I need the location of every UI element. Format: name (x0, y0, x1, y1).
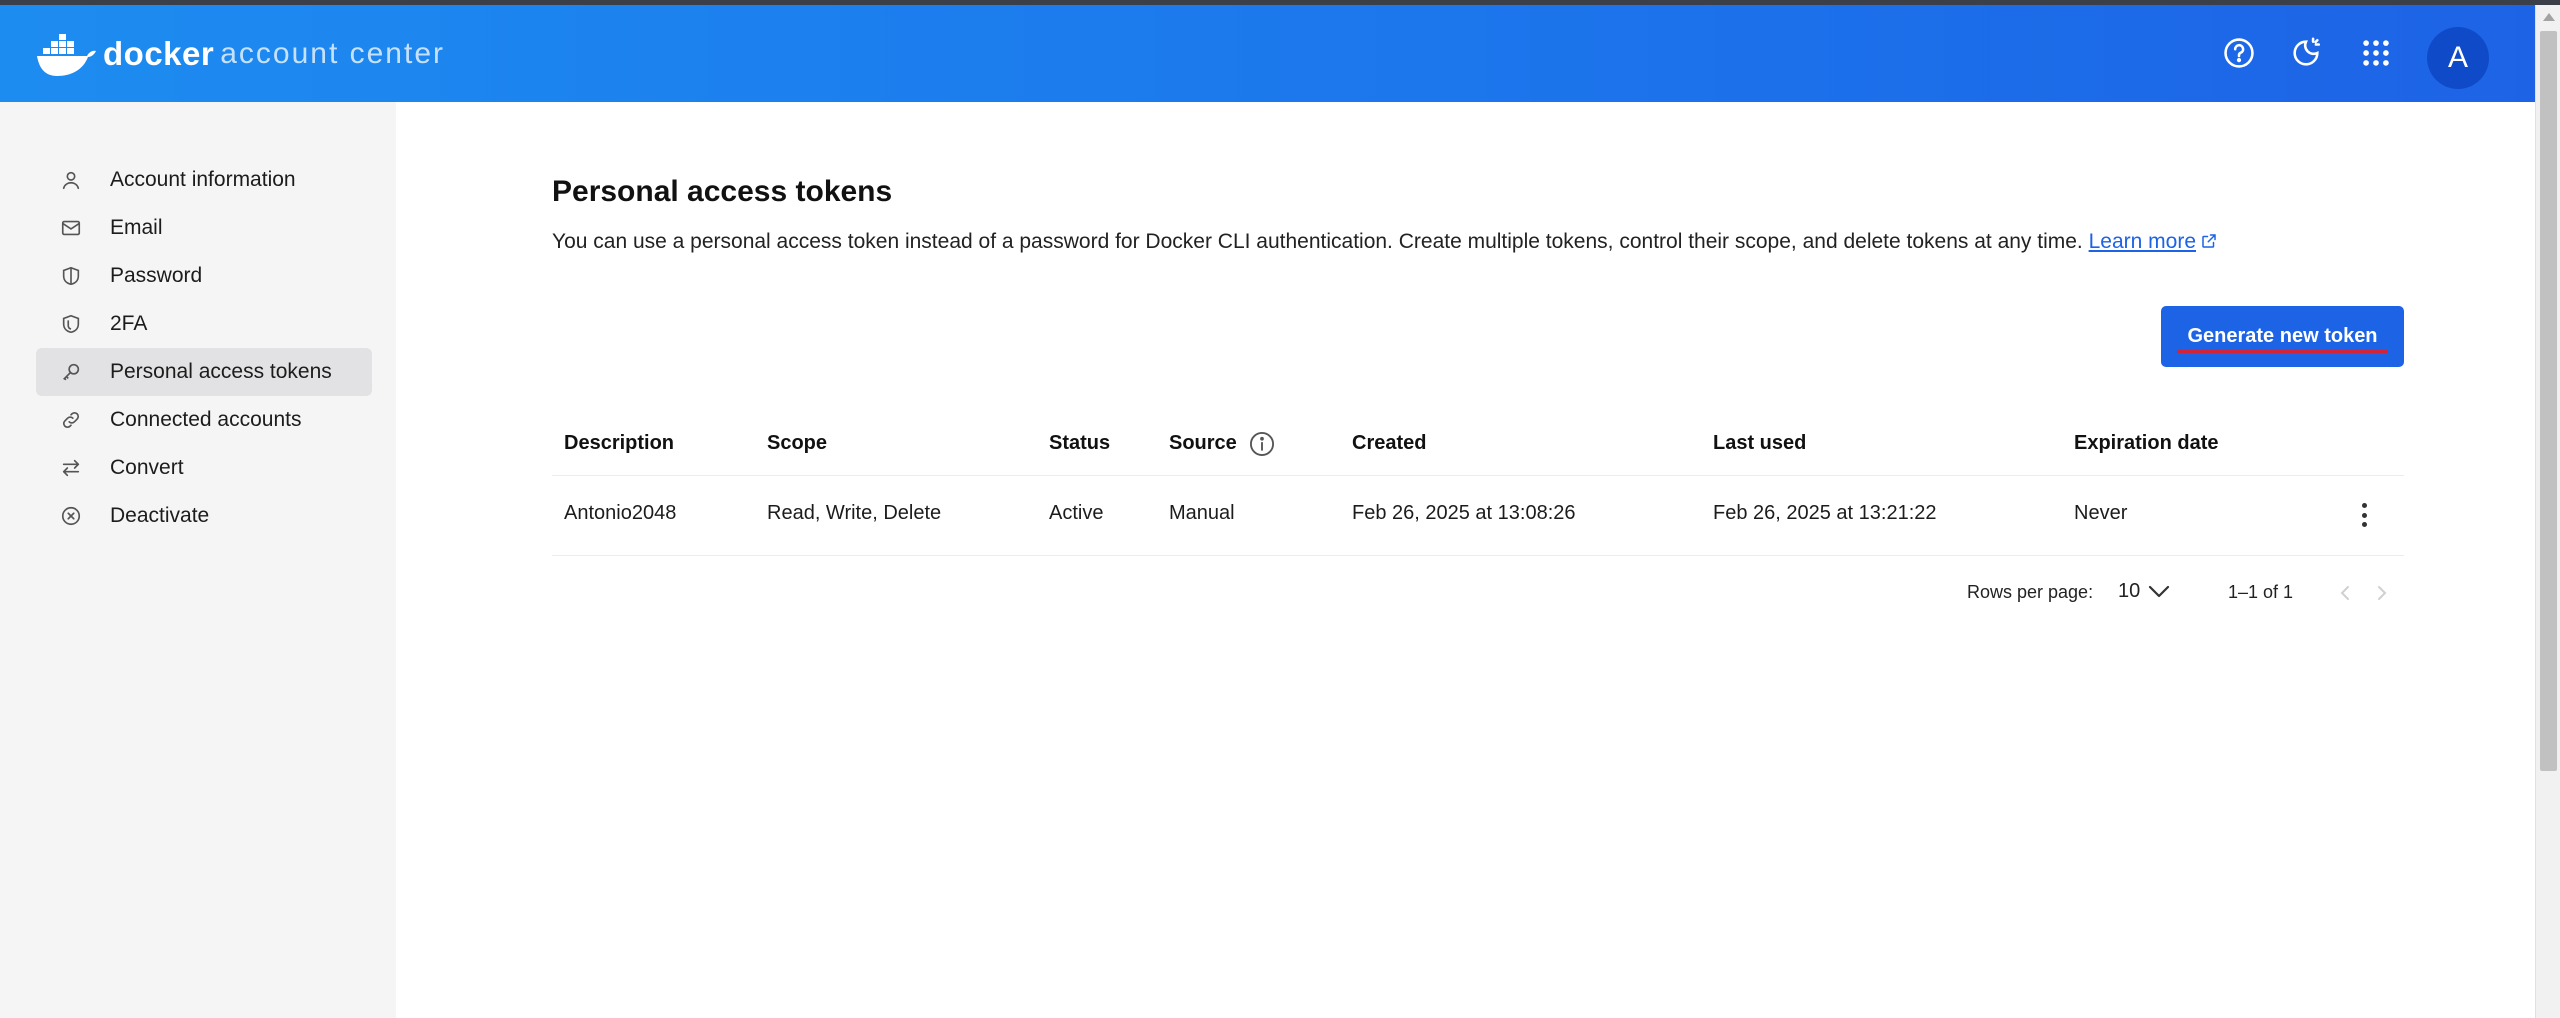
apps-grid-icon[interactable] (2356, 33, 2396, 73)
sidebar-item-password[interactable]: Password (36, 252, 372, 300)
rows-per-page-value: 10 (2118, 580, 2141, 602)
column-header-scope[interactable]: Scope (767, 432, 827, 455)
sidebar-item-label: Personal access tokens (110, 360, 332, 383)
sidebar-item-label: Deactivate (110, 504, 210, 527)
link-icon (60, 409, 82, 431)
generate-button-label: Generate new token (2187, 325, 2378, 347)
shield-icon (60, 265, 82, 287)
cell-created: Feb 26, 2025 at 13:08:26 (1352, 502, 1576, 524)
cell-source: Manual (1169, 502, 1235, 524)
cell-status: Active (1049, 502, 1104, 524)
chevron-left-icon (2340, 586, 2349, 600)
help-icon[interactable] (2219, 33, 2259, 73)
user-avatar[interactable]: A (2427, 27, 2489, 89)
info-icon[interactable] (1248, 430, 1276, 458)
logo-subtitle: account center (220, 37, 446, 70)
mail-icon (60, 217, 82, 239)
chevron-down-icon (2149, 585, 2170, 597)
page-scrollbar[interactable] (2535, 5, 2560, 1018)
sidebar-item-personal-access-tokens[interactable]: Personal access tokens (36, 348, 372, 396)
cell-last-used: Feb 26, 2025 at 13:21:22 (1713, 502, 1937, 524)
sidebar-item-label: 2FA (110, 312, 148, 335)
sidebar-item-label: Password (110, 264, 203, 287)
cell-expiration-date: Never (2074, 502, 2128, 524)
sidebar-item-account-information[interactable]: Account information (36, 156, 372, 204)
sidebar-item-email[interactable]: Email (36, 204, 372, 252)
key-icon (60, 361, 82, 383)
top-header: docker account center A (0, 5, 2535, 102)
column-header-status[interactable]: Status (1049, 432, 1110, 455)
page-title: Personal access tokens (552, 175, 893, 208)
page-description: You can use a personal access token inst… (552, 230, 2218, 254)
sidebar-item-connected-accounts[interactable]: Connected accounts (36, 396, 372, 444)
cell-description: Antonio2048 (564, 502, 677, 524)
rows-per-page-label: Rows per page: (1967, 582, 2094, 602)
generate-new-token-button[interactable]: Generate new token (2161, 306, 2404, 367)
next-page-button[interactable] (2374, 583, 2390, 603)
sidebar-item-label: Account information (110, 168, 296, 191)
sidebar-item-label: Email (110, 216, 163, 239)
external-link-icon (2202, 234, 2216, 248)
column-header-last-used[interactable]: Last used (1713, 432, 1806, 455)
previous-page-button[interactable] (2337, 583, 2353, 603)
sidebar-item-label: Connected accounts (110, 408, 302, 431)
user-icon (60, 169, 82, 191)
docker-logo[interactable]: docker account center (35, 29, 445, 79)
x-circle-icon (60, 505, 82, 527)
sidebar-item-deactivate[interactable]: Deactivate (36, 492, 372, 540)
sidebar-item-2fa[interactable]: 2FA (36, 300, 372, 348)
learn-more-link[interactable]: Learn more (2089, 230, 2218, 253)
header-divider (552, 475, 2404, 476)
logo-word: docker (103, 35, 215, 72)
scroll-up-arrow-icon[interactable] (2543, 13, 2555, 21)
column-header-description[interactable]: Description (564, 432, 674, 455)
column-header-expiration-date[interactable]: Expiration date (2074, 432, 2218, 455)
sidebar-item-label: Convert (110, 456, 184, 479)
pagination-range: 1–1 of 1 (2228, 582, 2294, 602)
column-header-source[interactable]: Source (1169, 432, 1237, 455)
swap-icon (60, 457, 82, 479)
sidebar-item-convert[interactable]: Convert (36, 444, 372, 492)
rows-per-page-select[interactable]: 10 (2118, 580, 2170, 603)
cell-scope: Read, Write, Delete (767, 502, 942, 524)
row-actions-menu-icon[interactable] (2352, 500, 2376, 530)
docker-whale-icon (37, 34, 96, 76)
column-header-created[interactable]: Created (1352, 432, 1426, 455)
learn-more-label: Learn more (2088, 230, 2196, 253)
annotation-underline (2177, 350, 2388, 353)
row-divider (552, 555, 2404, 556)
shield-check-icon (60, 313, 82, 335)
theme-toggle-icon[interactable] (2286, 33, 2326, 73)
sidebar-nav: Account information Email Password 2FA P… (0, 102, 396, 1018)
scroll-thumb[interactable] (2540, 31, 2557, 771)
description-text: You can use a personal access token inst… (552, 230, 2083, 253)
chevron-right-icon (2378, 586, 2387, 600)
